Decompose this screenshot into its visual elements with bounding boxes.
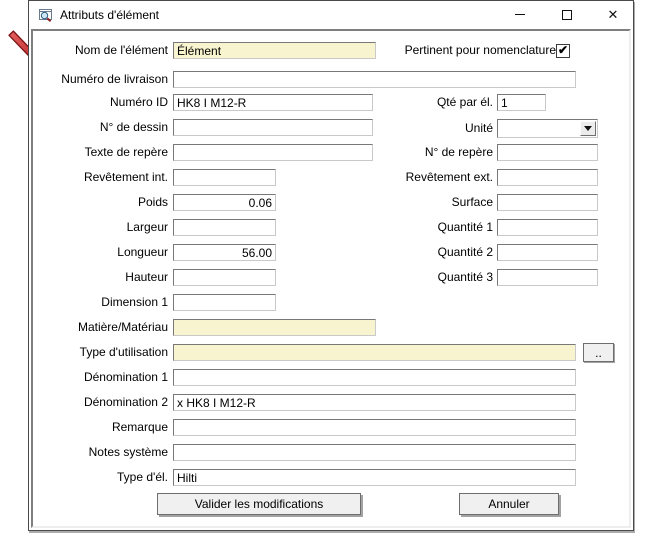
type-el-input[interactable] <box>173 469 576 486</box>
close-icon: ✕ <box>607 7 619 22</box>
type-utilisation-browse-button[interactable]: .. <box>583 343 614 362</box>
numero-livraison-label: Numéro de livraison <box>61 72 168 86</box>
denomination-2-input[interactable] <box>173 394 576 411</box>
numero-livraison-input[interactable] <box>173 71 576 88</box>
notes-systeme-label: Notes système <box>88 445 168 459</box>
numero-id-label: Numéro ID <box>109 95 168 109</box>
hauteur-label: Hauteur <box>125 270 168 284</box>
nom-element-label: Nom de l'élément <box>75 43 168 57</box>
texte-repere-label: Texte de repère <box>84 145 168 159</box>
revetement-int-label: Revêtement int. <box>83 170 168 184</box>
denomination-1-label: Dénomination 1 <box>83 370 168 384</box>
unite-dropdown-button[interactable] <box>580 121 596 136</box>
surface-label: Surface <box>451 195 493 209</box>
numero-id-input[interactable] <box>173 94 373 111</box>
remarque-input[interactable] <box>173 419 576 436</box>
chevron-down-icon <box>584 126 592 131</box>
quantite-3-input[interactable] <box>497 269 598 286</box>
largeur-label: Largeur <box>126 220 168 234</box>
dimension-1-input[interactable] <box>173 294 276 311</box>
quantite-2-input[interactable] <box>497 244 598 261</box>
dimension-1-label: Dimension 1 <box>101 295 168 309</box>
title-bar[interactable]: Attributs d'élément ✕ <box>29 1 633 29</box>
poids-input[interactable] <box>173 194 276 211</box>
longueur-label: Longueur <box>117 245 168 259</box>
matiere-materiau-input[interactable] <box>173 319 376 336</box>
window-title: Attributs d'élément <box>60 8 160 22</box>
remarque-label: Remarque <box>111 420 168 434</box>
close-button[interactable]: ✕ <box>598 2 628 27</box>
denomination-1-input[interactable] <box>173 369 576 386</box>
checkmark-icon: ✔ <box>557 43 569 57</box>
nom-element-input[interactable] <box>173 42 376 59</box>
minimize-icon <box>515 14 525 15</box>
revetement-ext-label: Revêtement ext. <box>405 170 493 184</box>
notes-systeme-input[interactable] <box>173 444 576 461</box>
largeur-input[interactable] <box>173 219 276 236</box>
surface-input[interactable] <box>497 194 598 211</box>
quantite-1-input[interactable] <box>497 219 598 236</box>
texte-repere-input[interactable] <box>173 144 373 161</box>
type-utilisation-input[interactable] <box>173 344 576 361</box>
type-utilisation-label: Type d'utilisation <box>79 345 168 359</box>
denomination-2-label: Dénomination 2 <box>83 395 168 409</box>
element-attributes-icon <box>39 9 52 22</box>
poids-label: Poids <box>137 195 168 209</box>
n-de-dessin-label: N° de dessin <box>99 120 168 134</box>
maximize-button[interactable] <box>552 2 582 27</box>
pertinent-nomenclature-label: Pertinent pour nomenclature <box>404 43 556 57</box>
type-el-label: Type d'él. <box>117 470 168 484</box>
validate-modifications-button[interactable]: Valider les modifications <box>157 493 361 515</box>
qte-par-el-label: Qté par él. <box>436 95 493 109</box>
pertinent-nomenclature-checkbox[interactable]: ✔ <box>556 44 570 58</box>
unite-select[interactable] <box>497 119 598 138</box>
quantite-3-label: Quantité 3 <box>437 270 493 284</box>
hauteur-input[interactable] <box>173 269 276 286</box>
maximize-icon <box>562 9 572 20</box>
n-de-repere-input[interactable] <box>497 144 598 161</box>
screenshot-root: Attributs d'élément ✕ Nom de l'élément P… <box>0 0 665 539</box>
n-de-repere-label: N° de repère <box>424 145 493 159</box>
quantite-1-label: Quantité 1 <box>437 220 493 234</box>
unite-label: Unité <box>464 121 493 135</box>
cancel-button[interactable]: Annuler <box>459 493 559 515</box>
revetement-ext-input[interactable] <box>497 169 598 186</box>
longueur-input[interactable] <box>173 244 276 261</box>
n-de-dessin-input[interactable] <box>173 119 373 136</box>
revetement-int-input[interactable] <box>173 169 276 186</box>
dialog-window: Attributs d'élément ✕ Nom de l'élément P… <box>28 0 634 531</box>
minimize-button[interactable] <box>505 2 535 27</box>
quantite-2-label: Quantité 2 <box>437 245 493 259</box>
matiere-materiau-label: Matière/Matériau <box>77 320 168 334</box>
qte-par-el-input[interactable] <box>497 94 546 111</box>
